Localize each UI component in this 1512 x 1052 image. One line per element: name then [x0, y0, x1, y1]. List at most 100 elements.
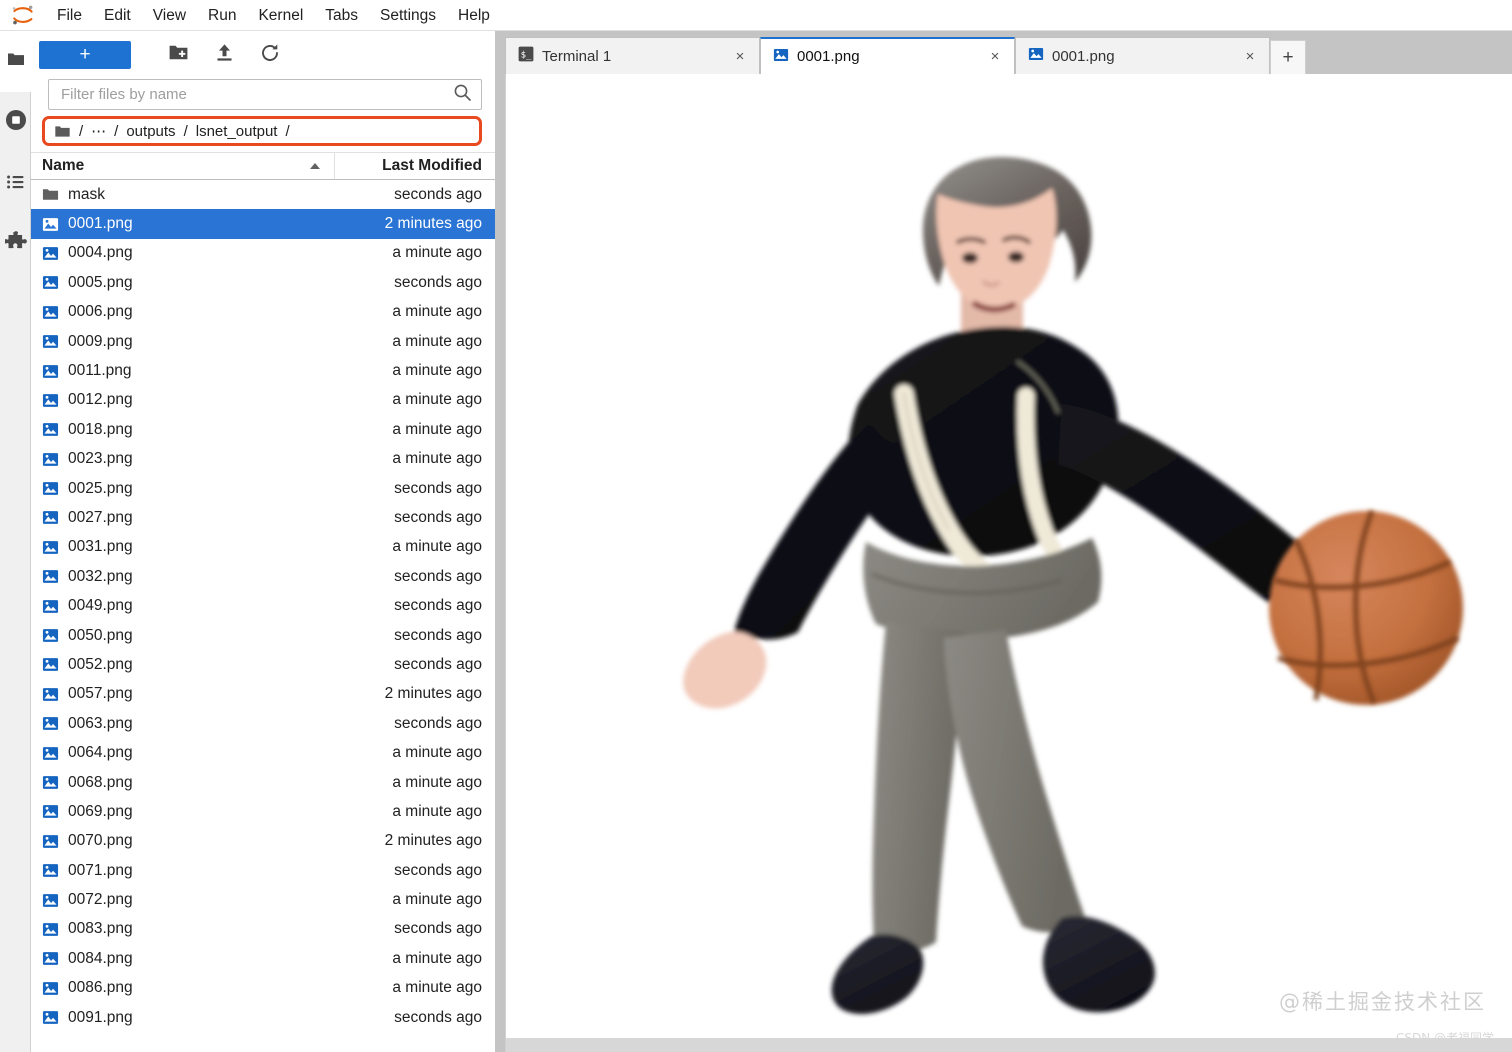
- menu-item-edit[interactable]: Edit: [93, 0, 142, 31]
- file-list-item[interactable]: 0011.png a minute ago: [31, 356, 495, 385]
- file-list-item[interactable]: 0091.png seconds ago: [31, 1003, 495, 1032]
- file-list-item[interactable]: 0018.png a minute ago: [31, 415, 495, 444]
- search-input[interactable]: [61, 86, 453, 103]
- file-item-name: 0012.png: [68, 391, 133, 409]
- file-item-name: 0052.png: [68, 655, 133, 673]
- file-list-item[interactable]: 0027.png seconds ago: [31, 503, 495, 532]
- dock-tab[interactable]: $_ Terminal 1 ×: [505, 37, 760, 74]
- column-header-name[interactable]: Name: [42, 153, 335, 179]
- file-list-item[interactable]: mask seconds ago: [31, 180, 495, 209]
- jupyterlab-logo: [0, 0, 46, 31]
- new-launcher-button[interactable]: +: [39, 41, 131, 69]
- menu-item-file[interactable]: File: [46, 0, 93, 31]
- basketball-player-image: [506, 74, 1512, 1036]
- sidebar-item-file-browser[interactable]: [0, 31, 31, 91]
- file-item-name: 0023.png: [68, 450, 133, 468]
- panel-divider-handle[interactable]: [495, 31, 505, 1052]
- file-list-item[interactable]: 0009.png a minute ago: [31, 327, 495, 356]
- file-item-name-cell: 0086.png: [42, 979, 335, 997]
- image-file-icon: [42, 893, 59, 907]
- file-browser-toolbar: +: [31, 31, 495, 79]
- file-item-name: 0084.png: [68, 949, 133, 967]
- file-item-name: 0001.png: [68, 215, 133, 233]
- file-list-item[interactable]: 0025.png seconds ago: [31, 474, 495, 503]
- dock-tab[interactable]: 0001.png ×: [760, 37, 1015, 74]
- breadcrumb[interactable]: / ⋯ / outputs / lsnet_output /: [42, 116, 482, 146]
- file-item-name: 0091.png: [68, 1008, 133, 1026]
- sidebar-item-running[interactable]: [0, 91, 31, 153]
- close-icon[interactable]: ×: [1241, 47, 1259, 65]
- file-list-item[interactable]: 0050.png seconds ago: [31, 621, 495, 650]
- file-list-item[interactable]: 0032.png seconds ago: [31, 562, 495, 591]
- breadcrumb-sep-1: /: [114, 122, 119, 140]
- breadcrumb-home-icon[interactable]: [54, 123, 71, 140]
- file-item-name: 0004.png: [68, 244, 133, 262]
- breadcrumb-root[interactable]: /: [75, 123, 87, 140]
- upload-files-button[interactable]: [201, 38, 247, 72]
- file-item-last-modified: a minute ago: [392, 391, 482, 409]
- file-list-item[interactable]: 0005.png seconds ago: [31, 268, 495, 297]
- new-folder-button[interactable]: [155, 38, 201, 72]
- file-list-item[interactable]: 0052.png seconds ago: [31, 650, 495, 679]
- file-item-last-modified: seconds ago: [394, 273, 482, 291]
- breadcrumb-lsnet-output[interactable]: lsnet_output: [192, 123, 282, 140]
- file-list-item[interactable]: 0001.png 2 minutes ago: [31, 209, 495, 239]
- sidebar-item-extension-manager[interactable]: [0, 213, 31, 275]
- file-list-item[interactable]: 0084.png a minute ago: [31, 944, 495, 973]
- file-list-item[interactable]: 0004.png a minute ago: [31, 239, 495, 268]
- file-item-name-cell: 0004.png: [42, 244, 335, 262]
- file-item-name: 0032.png: [68, 567, 133, 585]
- menu-item-tabs[interactable]: Tabs: [314, 0, 369, 31]
- image-file-icon: [42, 746, 59, 760]
- menu-item-settings[interactable]: Settings: [369, 0, 447, 31]
- file-list-item[interactable]: 0072.png a minute ago: [31, 885, 495, 914]
- sidebar-item-table-of-contents[interactable]: [0, 153, 31, 213]
- menu-item-run[interactable]: Run: [197, 0, 247, 31]
- close-icon[interactable]: ×: [731, 47, 749, 65]
- column-header-last-modified-label: Last Modified: [382, 157, 482, 174]
- file-list-item[interactable]: 0063.png seconds ago: [31, 709, 495, 738]
- column-header-last-modified[interactable]: Last Modified: [335, 157, 495, 175]
- file-item-last-modified: a minute ago: [392, 332, 482, 350]
- breadcrumb-ellipsis[interactable]: ⋯: [87, 122, 110, 140]
- file-item-name-cell: 0023.png: [42, 450, 335, 468]
- add-tab-button[interactable]: +: [1270, 40, 1306, 74]
- image-file-icon: [42, 981, 59, 995]
- file-list-item[interactable]: 0031.png a minute ago: [31, 533, 495, 562]
- image-file-icon: [42, 247, 59, 260]
- file-list-item[interactable]: 0069.png a minute ago: [31, 797, 495, 826]
- file-item-name: 0018.png: [68, 420, 133, 438]
- breadcrumb-sep-2: /: [183, 122, 188, 140]
- upload-icon: [214, 42, 235, 68]
- file-list-item[interactable]: 0068.png a minute ago: [31, 768, 495, 797]
- breadcrumb-outputs[interactable]: outputs: [122, 123, 179, 140]
- file-list-item[interactable]: 0012.png a minute ago: [31, 386, 495, 415]
- file-item-name-cell: 0005.png: [42, 274, 335, 292]
- file-list-item[interactable]: 0083.png seconds ago: [31, 915, 495, 944]
- file-list-item[interactable]: 0071.png seconds ago: [31, 856, 495, 885]
- refresh-file-list-button[interactable]: [247, 38, 293, 72]
- menu-item-kernel[interactable]: Kernel: [247, 0, 314, 31]
- file-list[interactable]: mask seconds ago 0001.png 2 minutes ago 0004…: [31, 180, 495, 1052]
- file-item-last-modified: seconds ago: [394, 597, 482, 615]
- running-stop-icon: [5, 109, 27, 136]
- file-list-item[interactable]: 0049.png seconds ago: [31, 591, 495, 620]
- activity-bar: [0, 31, 31, 1052]
- file-list-item[interactable]: 0064.png a minute ago: [31, 738, 495, 767]
- file-list-item[interactable]: 0006.png a minute ago: [31, 298, 495, 327]
- dock-tab[interactable]: 0001.png ×: [1015, 37, 1270, 74]
- menu-item-view[interactable]: View: [142, 0, 197, 31]
- list-icon: [6, 171, 26, 196]
- file-list-item[interactable]: 0023.png a minute ago: [31, 445, 495, 474]
- image-file-icon: [42, 511, 59, 525]
- image-file-icon: [42, 1011, 59, 1025]
- close-icon[interactable]: ×: [986, 48, 1004, 66]
- file-filter-box[interactable]: [48, 79, 482, 110]
- image-viewer[interactable]: @稀土掘金技术社区 CSDN @老福同学: [505, 74, 1512, 1052]
- puzzle-icon: [3, 230, 27, 258]
- menu-item-help[interactable]: Help: [447, 0, 501, 31]
- file-list-item[interactable]: 0086.png a minute ago: [31, 974, 495, 1003]
- search-icon[interactable]: [453, 83, 472, 107]
- file-list-item[interactable]: 0057.png 2 minutes ago: [31, 680, 495, 709]
- file-list-item[interactable]: 0070.png 2 minutes ago: [31, 827, 495, 856]
